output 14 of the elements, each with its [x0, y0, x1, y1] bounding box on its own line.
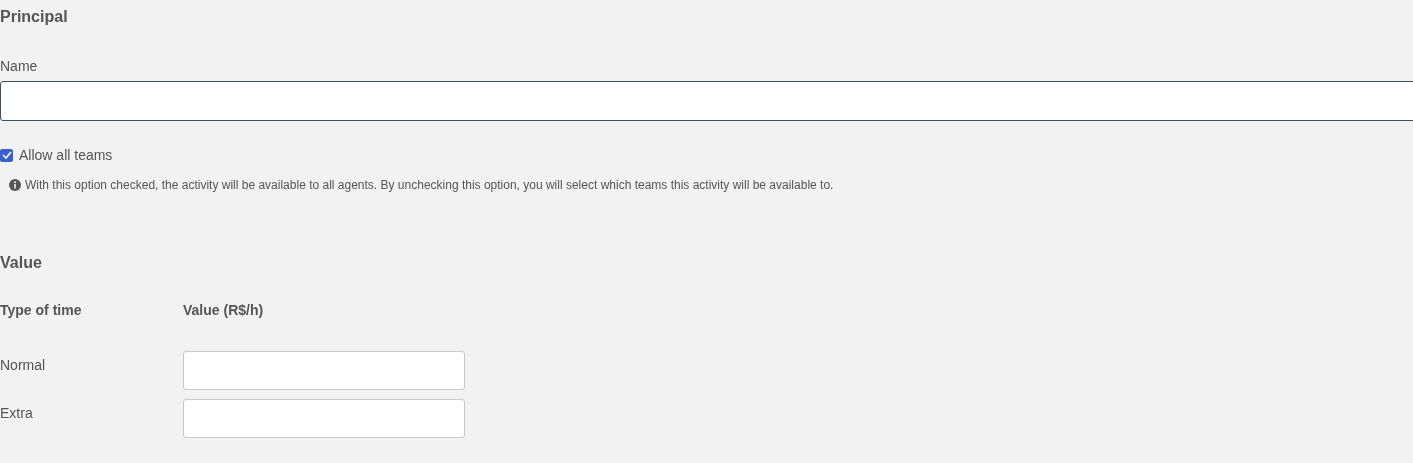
column-header: Type of time [0, 302, 82, 318]
field-label: Name [0, 58, 38, 74]
info-text: With this option checked, the activity will be available to all agents. By unchecking this option, you will select which teams this activity will be available to. [25, 178, 834, 192]
row-label: Normal [0, 357, 46, 373]
section-title: Value [0, 254, 42, 272]
value-field[interactable] [183, 399, 465, 438]
column-header: Value (R$/h) [183, 302, 264, 318]
name-field[interactable] [0, 81, 1413, 121]
checkbox-icon[interactable] [0, 148, 13, 162]
value-field[interactable] [183, 351, 465, 390]
info-icon [9, 179, 21, 191]
row-label: Extra [0, 405, 33, 421]
section-title: Principal [0, 8, 68, 26]
allow-all-teams-checkbox[interactable]: Allow all teams [0, 147, 113, 163]
